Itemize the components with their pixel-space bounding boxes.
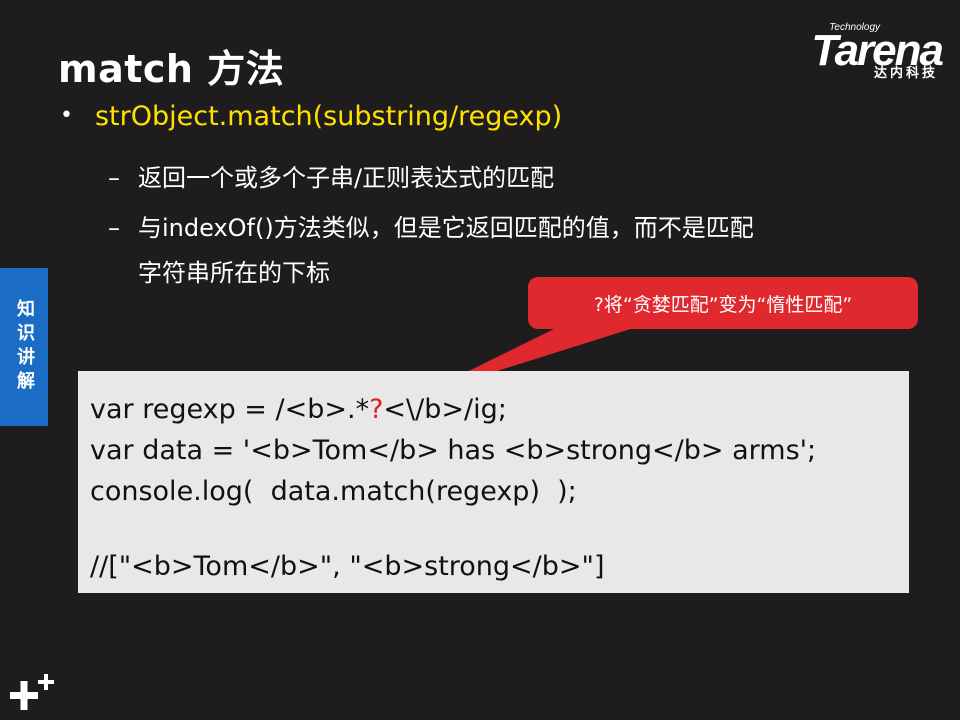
lazy-quantifier: ?	[369, 394, 384, 425]
callout-bubble: ?将“贪婪匹配”变为“惰性匹配”	[528, 277, 918, 329]
code-line-3: console.log( data.match(regexp) );	[90, 476, 577, 507]
code-block: var regexp = /<b>.*?<\/b>/ig; var data =…	[78, 371, 909, 593]
code-segment: var regexp = /<b>.*	[90, 394, 370, 425]
code-line-1: var regexp = /<b>.*?<\/b>/ig;	[90, 389, 909, 430]
code-segment: <\/b>/ig;	[383, 394, 507, 425]
callout-text: ?将“贪婪匹配”变为“惰性匹配”	[593, 293, 853, 316]
callout-pointer	[418, 326, 640, 396]
code-line-5: //["<b>Tom</b>", "<b>strong</b>"]	[90, 551, 605, 582]
code-line-2: var data = '<b>Tom</b> has <b>strong</b>…	[90, 435, 817, 466]
plus-icon	[10, 674, 54, 710]
